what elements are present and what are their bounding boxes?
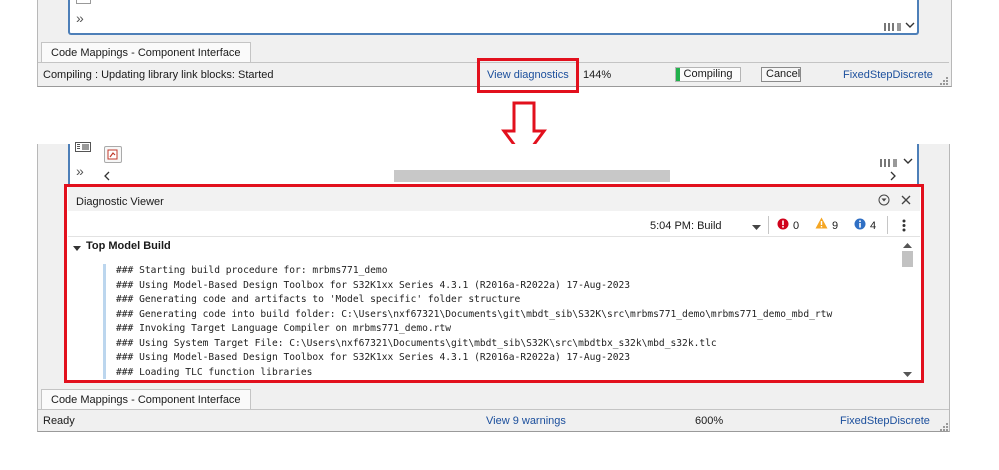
expand-toolbar-icon-2[interactable]: »: [76, 163, 84, 179]
tab-code-mappings[interactable]: Code Mappings - Component Interface: [41, 42, 251, 63]
horizontal-scrollbar-thumb[interactable]: [394, 170, 670, 182]
model-browser-icon[interactable]: [75, 142, 91, 155]
status-message-ready: Ready: [43, 415, 75, 427]
tab-code-mappings-2[interactable]: Code Mappings - Component Interface: [41, 389, 251, 410]
resize-grip-icon-2[interactable]: [940, 422, 948, 434]
scroll-left-icon[interactable]: [103, 171, 111, 184]
solver-link-2[interactable]: FixedStepDiscrete: [840, 414, 930, 428]
top-model-canvas[interactable]: [68, 0, 919, 35]
scroll-right-icon[interactable]: [889, 171, 897, 184]
cancel-button[interactable]: Cancel: [761, 67, 801, 82]
chevron-down-icon[interactable]: [905, 20, 915, 33]
expand-toolbar-icon[interactable]: »: [76, 10, 84, 26]
signal-builder-icon[interactable]: [104, 146, 122, 163]
resize-grip-icon[interactable]: [940, 76, 948, 88]
chevron-down-icon-2[interactable]: [903, 156, 913, 169]
view-warnings-link[interactable]: View 9 warnings: [486, 414, 566, 428]
solver-link[interactable]: FixedStepDiscrete: [843, 68, 933, 82]
progress-label: Compiling: [683, 68, 733, 80]
status-message: Compiling : Updating library link blocks…: [43, 69, 274, 81]
browse-bars-icon[interactable]: [884, 22, 902, 35]
zoom-level: 144%: [583, 69, 612, 81]
compile-progress-bar: Compiling: [675, 67, 741, 82]
zoom-level-2: 600%: [695, 415, 724, 427]
toolbar-checkbox-fragment[interactable]: [76, 0, 91, 4]
tab-bar-divider-2: [38, 409, 949, 410]
diagnostic-viewer-highlight: [64, 184, 924, 383]
view-diagnostics-link[interactable]: View diagnostics: [487, 68, 569, 82]
browse-bars-icon-2[interactable]: [880, 158, 898, 171]
